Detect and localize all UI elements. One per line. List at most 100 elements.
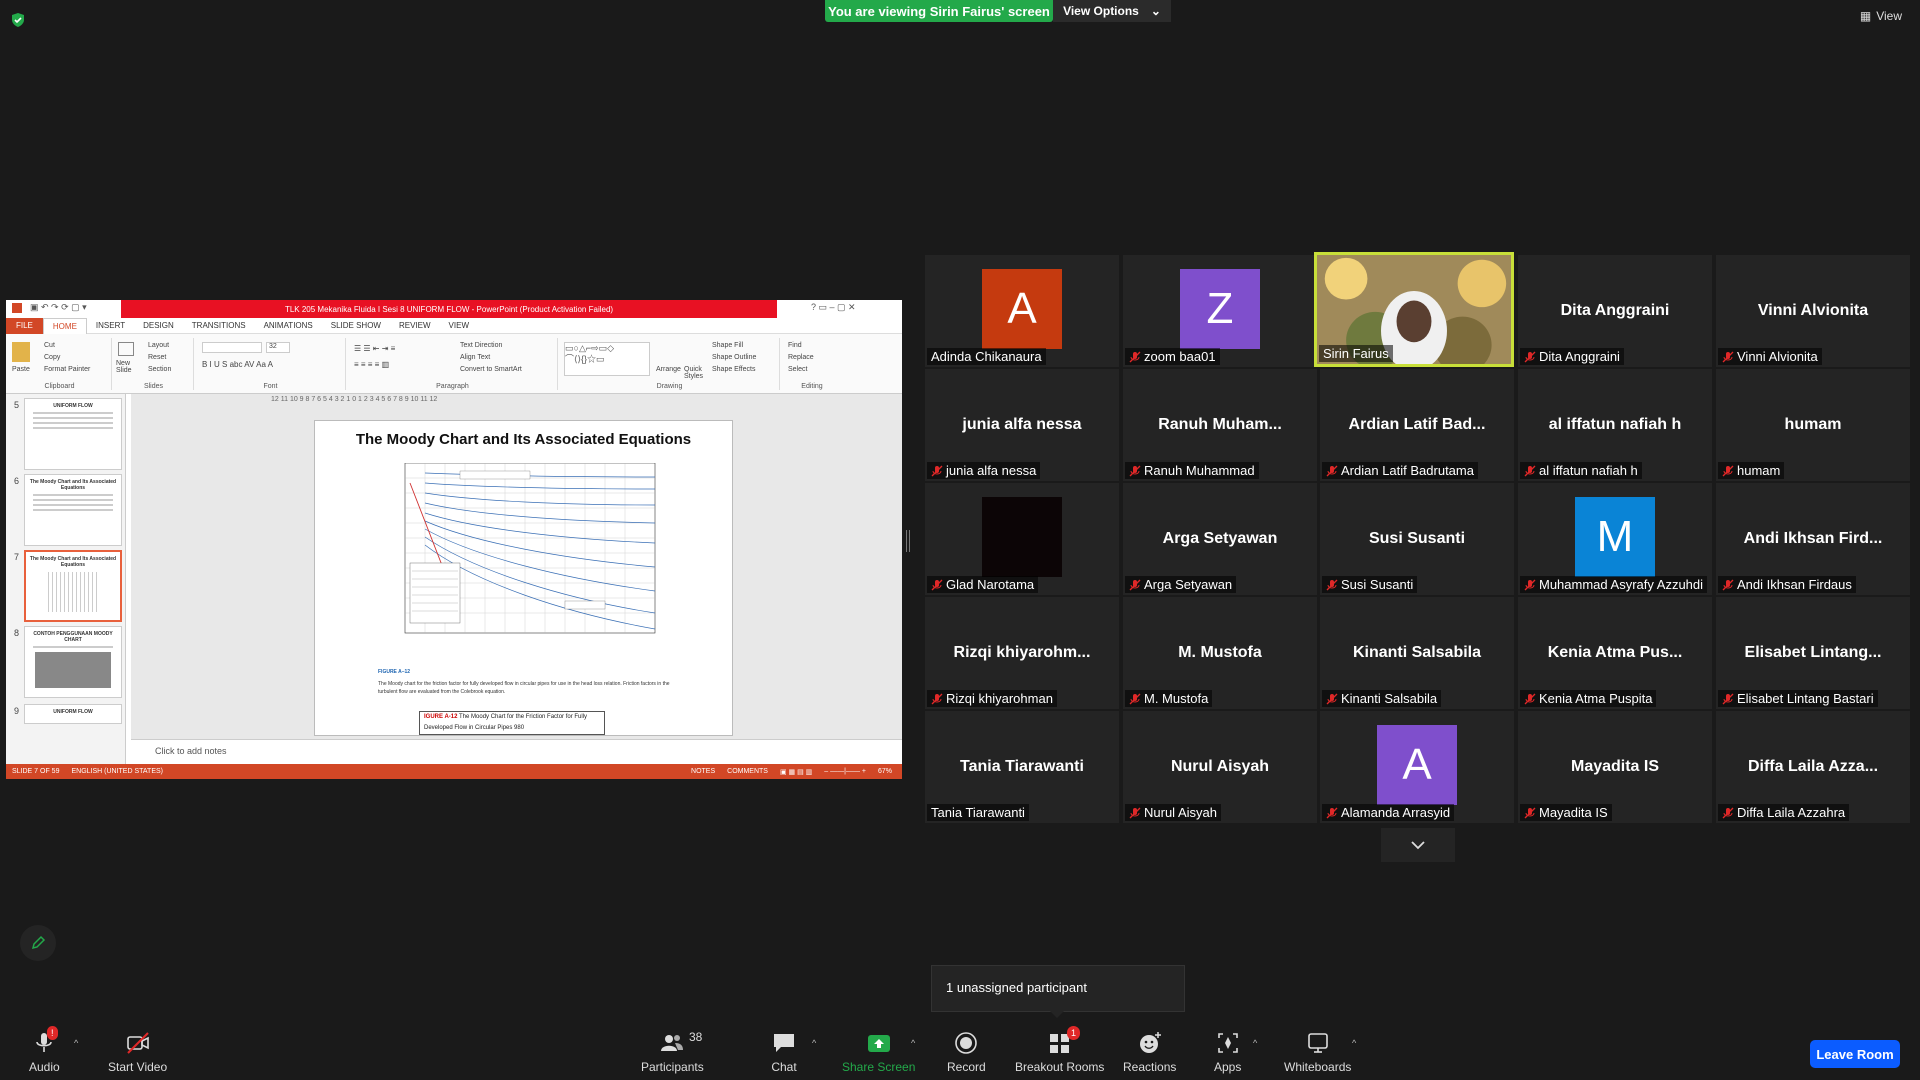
whiteboards-button[interactable]: Whiteboards [1284, 1030, 1351, 1074]
view-options-button[interactable]: View Options ⌄ [1053, 0, 1171, 22]
paste-button[interactable]: Paste [12, 366, 30, 373]
copy-button[interactable]: Copy [44, 354, 60, 361]
chat-caret-icon[interactable]: ^ [812, 1038, 816, 1048]
format-painter-button[interactable]: Format Painter [44, 366, 90, 373]
menu-slideshow[interactable]: SLIDE SHOW [322, 321, 390, 330]
annotate-button[interactable] [20, 925, 56, 961]
participant-tile[interactable]: Kenia Atma Pus... Kenia Atma Puspita [1518, 597, 1712, 709]
new-slide-button[interactable]: New Slide [116, 360, 142, 374]
slide-canvas[interactable]: 12 11 10 9 8 7 6 5 4 3 2 1 0 1 2 3 4 5 6… [131, 394, 902, 739]
record-button[interactable]: Record [947, 1030, 986, 1074]
menu-file[interactable]: FILE [6, 317, 43, 334]
shape-outline-button[interactable]: Shape Outline [712, 354, 756, 361]
slide-thumbnail[interactable]: UNIFORM FLOW [24, 398, 122, 470]
language-status[interactable]: ENGLISH (UNITED STATES) [71, 768, 163, 775]
chat-button[interactable]: Chat [771, 1030, 797, 1074]
menu-animations[interactable]: ANIMATIONS [255, 321, 322, 330]
participant-tile[interactable]: Nurul Aisyah Nurul Aisyah [1123, 711, 1317, 823]
align-icons[interactable]: ≡ ≡ ≡ ≡ ▥ [354, 360, 389, 369]
slide-thumbnail-selected[interactable]: The Moody Chart and Its Associated Equat… [24, 550, 122, 622]
menu-insert[interactable]: INSERT [87, 321, 134, 330]
shield-icon[interactable] [10, 12, 26, 28]
participant-tile[interactable]: junia alfa nessa junia alfa nessa [925, 369, 1119, 481]
participant-tile[interactable]: Mayadita IS Mayadita IS [1518, 711, 1712, 823]
participant-tile[interactable]: Sirin Fairus [1314, 252, 1514, 367]
whiteboards-caret-icon[interactable]: ^ [1352, 1038, 1356, 1048]
apps-button[interactable]: Apps [1214, 1030, 1241, 1074]
list-icons[interactable]: ☰ ☰ ⇤ ⇥ ≡ [354, 344, 395, 353]
participant-tile[interactable]: Vinni Alvionita Vinni Alvionita [1716, 255, 1910, 367]
section-button[interactable]: Section [148, 366, 171, 373]
shape-effects-button[interactable]: Shape Effects [712, 366, 755, 373]
zoom-level[interactable]: 67% [878, 768, 892, 776]
shared-screen[interactable]: ▣ ↶ ↷ ⟳ ▢ ▾ TLK 205 Mekanika Fluida I Se… [6, 300, 902, 779]
audio-button[interactable]: Audio ! [29, 1026, 60, 1074]
participant-tile[interactable]: Arga Setyawan Arga Setyawan [1123, 483, 1317, 595]
audio-caret-icon[interactable]: ^ [74, 1038, 78, 1048]
share-screen-button[interactable]: Share Screen [842, 1030, 915, 1074]
layout-button[interactable]: Layout [148, 342, 169, 349]
reset-button[interactable]: Reset [148, 354, 166, 361]
shape-fill-button[interactable]: Shape Fill [712, 342, 743, 349]
view-button[interactable]: ▦ View [1860, 9, 1902, 23]
reactions-icon [1139, 1032, 1161, 1053]
align-text-button[interactable]: Align Text [460, 354, 490, 361]
participant-tile[interactable]: A Alamanda Arrasyid [1320, 711, 1514, 823]
participant-tile[interactable]: M. Mustofa M. Mustofa [1123, 597, 1317, 709]
notes-toggle[interactable]: NOTES [691, 768, 715, 776]
participants-button[interactable]: Participants 38 [641, 1030, 704, 1074]
participant-tile[interactable]: Susi Susanti Susi Susanti [1320, 483, 1514, 595]
notes-pane[interactable]: Click to add notes [131, 739, 902, 764]
participant-tile[interactable]: al iffatun nafiah h al iffatun nafiah h [1518, 369, 1712, 481]
share-caret-icon[interactable]: ^ [911, 1038, 915, 1048]
cut-button[interactable]: Cut [44, 342, 55, 349]
participant-tile[interactable]: A Adinda Chikanaura [925, 255, 1119, 367]
participant-tile[interactable]: Kinanti Salsabila Kinanti Salsabila [1320, 597, 1514, 709]
shapes-gallery[interactable]: ▭○△⌐⇨▭◇ ⌒⟨⟩{}☆▭ [564, 342, 650, 376]
participant-tile[interactable]: Ranuh Muham... Ranuh Muhammad [1123, 369, 1317, 481]
participant-tile[interactable]: humam humam [1716, 369, 1910, 481]
leave-room-button[interactable]: Leave Room [1810, 1040, 1900, 1068]
split-handle[interactable] [906, 530, 910, 552]
menu-design[interactable]: DESIGN [134, 321, 183, 330]
start-video-button[interactable]: Start Video [108, 1030, 167, 1074]
participant-tile[interactable]: Tania Tiarawanti Tania Tiarawanti [925, 711, 1119, 823]
participant-tile[interactable]: Andi Ikhsan Fird... Andi Ikhsan Firdaus [1716, 483, 1910, 595]
view-mode-icons[interactable]: ▣ ▦ ▤ ▥ [780, 768, 812, 776]
replace-button[interactable]: Replace [788, 354, 814, 361]
participant-tile[interactable]: Glad Narotama [925, 483, 1119, 595]
unassigned-participant-tooltip[interactable]: 1 unassigned participant [931, 965, 1185, 1012]
menu-review[interactable]: REVIEW [390, 321, 440, 330]
select-button[interactable]: Select [788, 366, 807, 373]
zoom-slider[interactable]: – ——|—— + [824, 768, 866, 776]
participant-tile[interactable]: Zzoom baa01 [1123, 255, 1317, 367]
window-controls-icon[interactable]: ? ▭ – ▢ ✕ [811, 302, 856, 313]
apps-caret-icon[interactable]: ^ [1253, 1038, 1257, 1048]
participant-tile[interactable]: Ardian Latif Bad... Ardian Latif Badrutam… [1320, 369, 1514, 481]
convert-smartart-button[interactable]: Convert to SmartArt [460, 366, 522, 373]
text-direction-button[interactable]: Text Direction [460, 342, 502, 349]
font-format-icons[interactable]: B I U S abc AV Aa A [202, 360, 273, 369]
menu-transitions[interactable]: TRANSITIONS [183, 321, 255, 330]
menu-home[interactable]: HOME [42, 317, 87, 334]
comments-toggle[interactable]: COMMENTS [727, 768, 768, 776]
slide-thumbnails-pane[interactable]: 5 UNIFORM FLOW 6 The Moody Chart and Its… [6, 394, 126, 764]
quick-styles-button[interactable]: Quick Styles [684, 366, 708, 380]
menu-view[interactable]: VIEW [440, 321, 478, 330]
participant-tile[interactable]: Elisabet Lintang... Elisabet Lintang Bast… [1716, 597, 1910, 709]
arrange-button[interactable]: Arrange [656, 366, 681, 373]
slide-thumbnail[interactable]: UNIFORM FLOW [24, 704, 122, 724]
participant-tile[interactable]: Dita Anggraini Dita Anggraini [1518, 255, 1712, 367]
gallery-next-button[interactable] [1381, 828, 1455, 862]
current-slide[interactable]: The Moody Chart and Its Associated Equat… [314, 420, 733, 736]
participant-tile[interactable]: Diffa Laila Azza... Diffa Laila Azzahra [1716, 711, 1910, 823]
find-button[interactable]: Find [788, 342, 802, 349]
participant-tile[interactable]: M Muhammad Asyrafy Azzuhdi [1518, 483, 1712, 595]
font-name-field[interactable] [202, 342, 262, 353]
font-size-field[interactable]: 32 [266, 342, 290, 353]
slide-thumbnail[interactable]: CONTOH PENGGUNAAN MOODY CHART [24, 626, 122, 698]
reactions-button[interactable]: Reactions [1123, 1030, 1176, 1074]
slide-thumbnail[interactable]: The Moody Chart and Its Associated Equat… [24, 474, 122, 546]
participant-tile[interactable]: Rizqi khiyarohm... Rizqi khiyarohman [925, 597, 1119, 709]
breakout-rooms-button[interactable]: Breakout Rooms 1 [1015, 1026, 1104, 1074]
